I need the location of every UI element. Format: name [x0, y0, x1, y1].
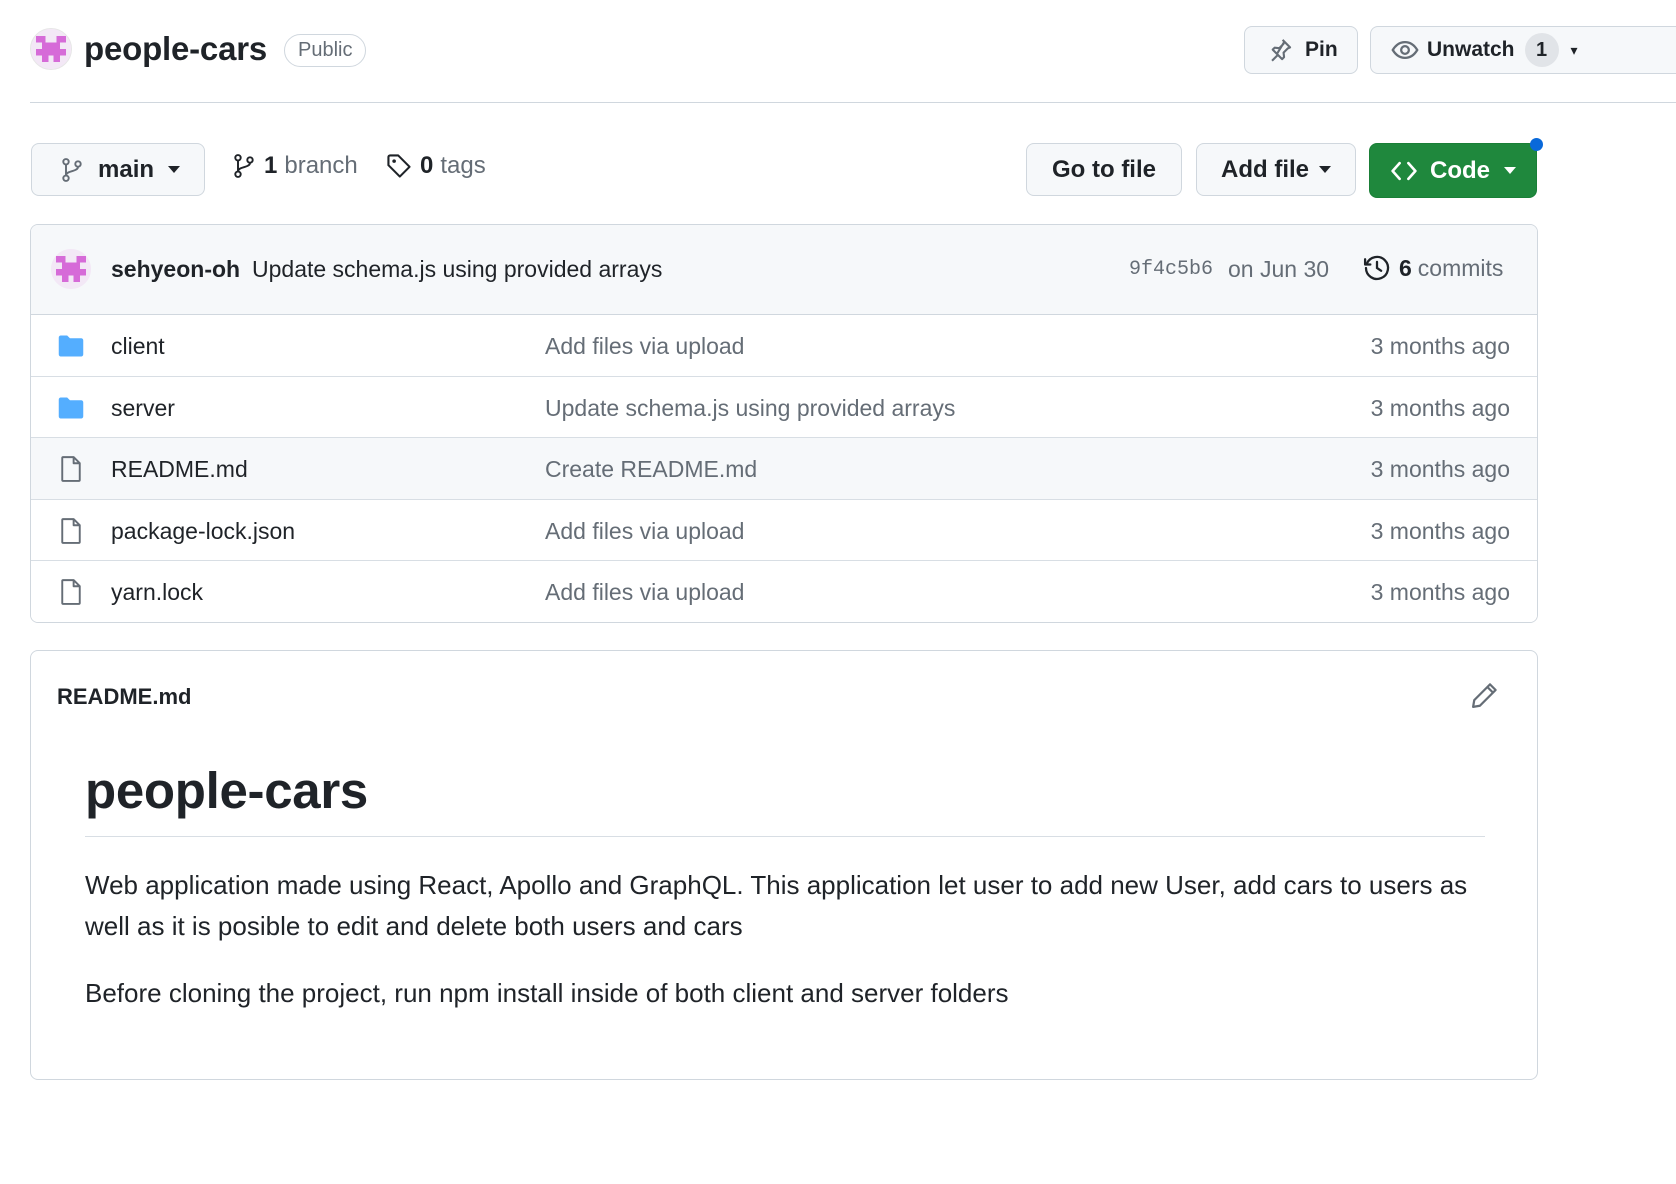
- file-name[interactable]: yarn.lock: [111, 579, 203, 606]
- code-label: Code: [1430, 156, 1490, 184]
- history-icon: [1363, 255, 1390, 281]
- file-name[interactable]: server: [111, 395, 175, 422]
- branch-name: main: [98, 155, 155, 183]
- git-branch-icon: [234, 154, 254, 178]
- commit-count: 6: [1399, 254, 1412, 281]
- readme-paragraph: Web application made using React, Apollo…: [85, 870, 1468, 941]
- readme-content: people-cars Web application made using R…: [85, 761, 1485, 1014]
- pin-icon: [1271, 39, 1292, 62]
- file-row[interactable]: client Add files via upload 3 months ago: [31, 315, 1537, 377]
- file-commit-message[interactable]: Add files via upload: [545, 333, 744, 360]
- file-icon: [61, 579, 81, 606]
- unwatch-label: Unwatch: [1427, 38, 1515, 61]
- file-name[interactable]: README.md: [111, 456, 248, 483]
- add-file-button[interactable]: Add file: [1196, 143, 1356, 196]
- branch-count: 1: [264, 152, 278, 179]
- folder-icon: [58, 335, 84, 357]
- repo-name[interactable]: people-cars: [84, 30, 267, 68]
- tag-word: tags: [440, 152, 486, 179]
- commit-word: commits: [1417, 254, 1504, 281]
- pencil-icon[interactable]: [1469, 681, 1499, 711]
- file-age: 3 months ago: [1370, 394, 1510, 421]
- file-name[interactable]: package-lock.json: [111, 518, 295, 545]
- add-file-label: Add file: [1221, 155, 1309, 183]
- tag-count: 0: [420, 152, 434, 179]
- tag-icon: [387, 154, 411, 178]
- notification-dot: [1530, 138, 1543, 151]
- chevron-down-icon: [168, 166, 181, 173]
- visibility-badge: Public: [284, 34, 367, 67]
- commit-author-avatar[interactable]: [51, 249, 91, 289]
- branches-link[interactable]: 1 branch: [232, 152, 358, 180]
- readme-heading: people-cars: [85, 761, 1485, 837]
- commit-author[interactable]: sehyeon-oh: [111, 256, 240, 283]
- latest-commit-bar: sehyeon-oh Update schema.js using provid…: [31, 225, 1537, 315]
- file-commit-message[interactable]: Update schema.js using provided arrays: [545, 395, 955, 422]
- pin-button[interactable]: Pin: [1244, 26, 1358, 74]
- chevron-down-icon: [1504, 167, 1516, 174]
- header-divider: [30, 102, 1676, 103]
- readme-panel: README.md people-cars Web application ma…: [30, 650, 1538, 1080]
- file-browser: sehyeon-oh Update schema.js using provid…: [30, 224, 1538, 623]
- file-row[interactable]: package-lock.json Add files via upload 3…: [31, 499, 1537, 562]
- commit-sha[interactable]: 9f4c5b6: [1129, 258, 1213, 281]
- commit-date: on Jun 30: [1228, 256, 1330, 282]
- file-age: 3 months ago: [1370, 579, 1510, 606]
- code-button[interactable]: Code: [1369, 143, 1537, 198]
- tags-link[interactable]: 0 tags: [386, 152, 486, 180]
- folder-icon: [58, 397, 84, 419]
- file-icon: [61, 456, 81, 483]
- eye-icon: [1391, 40, 1419, 60]
- watch-count: 1: [1524, 33, 1559, 67]
- file-commit-message[interactable]: Add files via upload: [545, 579, 744, 606]
- readme-header: README.md: [31, 651, 1537, 741]
- file-row[interactable]: README.md Create README.md 3 months ago: [31, 438, 1537, 500]
- owner-avatar[interactable]: [30, 28, 72, 70]
- readme-paragraph: Before cloning the project, run npm inst…: [85, 978, 1009, 1008]
- code-icon: [1391, 161, 1417, 180]
- repo-header: people-cars Public Pin Unwatch 1 ▾: [30, 26, 1676, 74]
- go-to-file-label: Go to file: [1052, 155, 1156, 183]
- file-age: 3 months ago: [1370, 333, 1510, 359]
- file-name[interactable]: client: [111, 333, 165, 360]
- commit-message[interactable]: Update schema.js using provided arrays: [252, 256, 662, 283]
- file-row[interactable]: yarn.lock Add files via upload 3 months …: [31, 561, 1537, 622]
- file-commit-message[interactable]: Add files via upload: [545, 518, 744, 545]
- branch-word: branch: [284, 152, 358, 179]
- file-icon: [61, 517, 81, 544]
- file-row[interactable]: server Update schema.js using provided a…: [31, 376, 1537, 439]
- unwatch-button[interactable]: Unwatch 1 ▾: [1370, 26, 1676, 74]
- file-age: 3 months ago: [1370, 517, 1510, 544]
- file-age: 3 months ago: [1370, 456, 1510, 483]
- go-to-file-button[interactable]: Go to file: [1026, 143, 1182, 196]
- file-commit-message[interactable]: Create README.md: [545, 456, 757, 483]
- commits-link[interactable]: 6 commits: [1363, 254, 1503, 282]
- readme-filename[interactable]: README.md: [57, 684, 191, 710]
- chevron-down-icon[interactable]: ▾: [1571, 42, 1578, 59]
- chevron-down-icon: [1319, 166, 1331, 173]
- git-branch-icon: [62, 157, 82, 182]
- pin-label: Pin: [1305, 38, 1338, 61]
- branch-selector[interactable]: main: [31, 143, 205, 196]
